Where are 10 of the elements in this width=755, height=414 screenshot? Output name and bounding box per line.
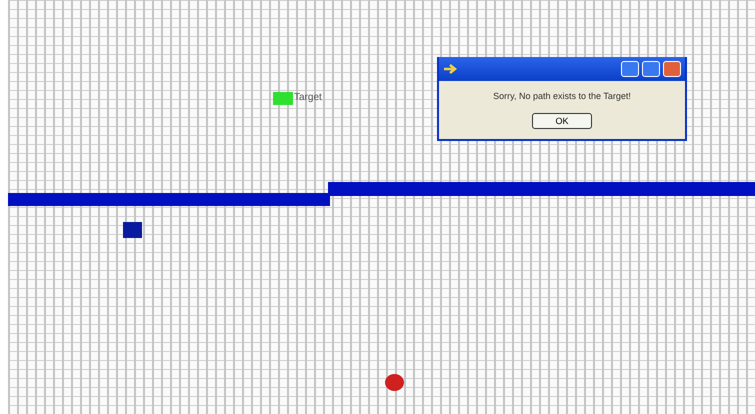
minimize-button[interactable]: [621, 61, 639, 77]
ok-button[interactable]: OK: [532, 113, 592, 129]
maximize-button[interactable]: [642, 61, 660, 77]
robot-marker: [385, 374, 404, 391]
obstacle-block: [123, 222, 142, 238]
close-button[interactable]: [663, 61, 681, 77]
arrow-icon: [443, 63, 459, 75]
target-marker: [273, 92, 293, 105]
dialog-message: Sorry, No path exists to the Target!: [493, 91, 631, 101]
target-label: Target: [294, 92, 322, 103]
